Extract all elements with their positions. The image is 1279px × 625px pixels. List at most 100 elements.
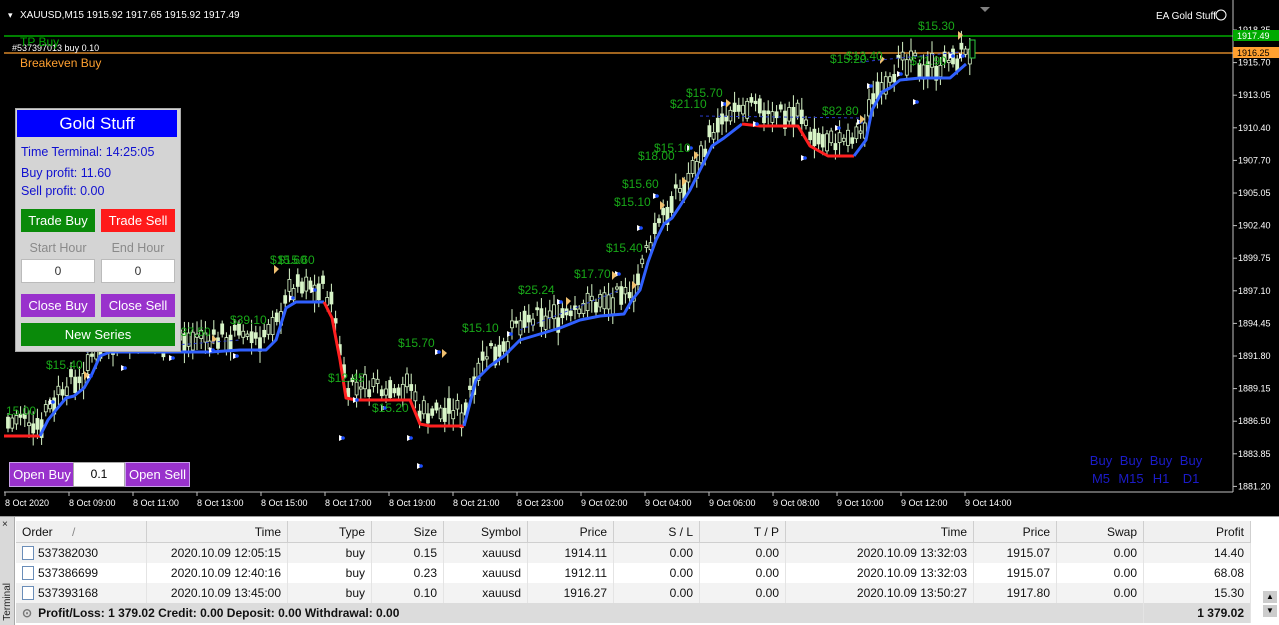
candle-body — [413, 391, 418, 402]
candle-body — [627, 292, 632, 299]
timeframe-m15[interactable]: Buy M15 — [1116, 452, 1146, 488]
profit-label: $15.10 — [462, 321, 499, 335]
trade-sell-button[interactable]: Trade Sell — [101, 209, 175, 232]
open-buy-button[interactable]: Open Buy — [9, 462, 75, 487]
price-axis: 1918.351915.701913.051910.401907.701905.… — [1232, 0, 1271, 492]
col-current-time[interactable]: Time — [785, 521, 974, 543]
col-sl[interactable]: S / L — [613, 521, 700, 543]
table-row[interactable]: 537382030 2020.10.09 12:05:15 buy 0.15 x… — [16, 542, 1251, 563]
timeframe-h1[interactable]: Buy H1 — [1146, 452, 1176, 488]
table-row[interactable]: 537393168 2020.10.09 13:45:00 buy 0.10 x… — [16, 583, 1251, 603]
chart-canvas[interactable]: $15.30$15.20 $71.90$13.40$21.10$15.70$82.… — [0, 0, 1279, 516]
sell-profit-label: Sell profit: — [21, 184, 77, 198]
col-symbol[interactable]: Symbol — [443, 521, 528, 543]
buy-profit-label: Buy profit: — [21, 166, 78, 180]
candle-body — [774, 111, 779, 119]
time-tick-label: 9 Oct 10:00 — [837, 498, 884, 508]
candle-body — [602, 292, 607, 310]
candle-body — [543, 315, 548, 330]
col-swap[interactable]: Swap — [1056, 521, 1144, 543]
profit-label: $15.10 — [614, 195, 651, 209]
candle-body — [598, 294, 603, 308]
candle-body — [850, 137, 855, 144]
candle-body — [766, 110, 771, 115]
trade-dot-icon — [869, 84, 873, 88]
candle-body — [253, 332, 258, 339]
price-tick-label: 1886.50 — [1238, 416, 1271, 426]
shift-marker-icon[interactable] — [980, 7, 990, 12]
table-header-row: Order / Time Type Size Symbol Price S / … — [16, 521, 1251, 543]
trade-dot-icon — [961, 54, 965, 58]
chart-menu-icon[interactable]: ▾ — [8, 10, 13, 20]
col-type[interactable]: Type — [287, 521, 372, 543]
col-order[interactable]: Order / — [16, 521, 147, 543]
gold-stuff-panel: Gold Stuff Time Terminal: 14:25:05 Buy p… — [15, 108, 181, 352]
terminal-side-tab[interactable]: × Terminal — [0, 517, 15, 625]
scroll-down-icon[interactable]: ▼ — [1263, 605, 1277, 617]
close-sell-button[interactable]: Close Sell — [101, 294, 175, 317]
candle-body — [678, 188, 682, 193]
lot-size-input[interactable]: 0.1 — [73, 462, 125, 487]
time-tick-label: 8 Oct 17:00 — [325, 498, 372, 508]
candle-body — [384, 388, 388, 396]
document-icon — [22, 546, 34, 561]
open-time-cell: 2020.10.09 13:45:00 — [146, 583, 288, 603]
start-hour-label: Start Hour — [29, 241, 87, 255]
new-series-button[interactable]: New Series — [21, 323, 175, 346]
col-size[interactable]: Size — [371, 521, 444, 543]
candle-body — [379, 389, 384, 397]
order-id: 537382030 — [38, 545, 99, 560]
candle-body — [577, 308, 582, 315]
open-sell-button[interactable]: Open Sell — [125, 462, 190, 487]
timeframe-m5[interactable]: Buy M5 — [1086, 452, 1116, 488]
time-terminal-value: 14:25:05 — [105, 145, 155, 159]
table-row[interactable]: 537386699 2020.10.09 12:40:16 buy 0.23 x… — [16, 563, 1251, 583]
trade-dot-icon — [51, 400, 55, 404]
time-tick-label: 9 Oct 02:00 — [581, 498, 628, 508]
col-current-price[interactable]: Price — [973, 521, 1057, 543]
trade-dot-icon — [655, 194, 659, 198]
end-hour-input[interactable]: 0 — [101, 259, 175, 283]
trade-dot-icon — [355, 398, 359, 402]
trade-dot-icon — [755, 122, 759, 126]
profit-label: $25.24 — [518, 283, 555, 297]
col-time[interactable]: Time — [146, 521, 288, 543]
trade-buy-button[interactable]: Trade Buy — [21, 209, 95, 232]
timeframe-d1[interactable]: Buy D1 — [1176, 452, 1206, 488]
col-price[interactable]: Price — [527, 521, 614, 543]
timeframe-h1-label: H1 — [1152, 471, 1170, 486]
candle-body — [791, 106, 796, 126]
candle-body — [451, 410, 456, 420]
candle-body — [442, 407, 447, 422]
trade-dot-icon — [951, 54, 955, 58]
size-cell: 0.10 — [371, 583, 444, 603]
candle-body — [64, 386, 69, 396]
price-chart[interactable]: $15.30 $15.20 $71.90 $13.40 $21.10 $15.70 $82.… — [0, 0, 1279, 516]
size-cell: 0.23 — [371, 563, 444, 583]
candle-body — [430, 408, 435, 416]
candle-body — [888, 76, 892, 83]
close-icon[interactable]: × — [2, 519, 8, 530]
table-scrollbar[interactable]: ▲ ▼ — [1263, 521, 1277, 621]
candle-body — [736, 104, 741, 112]
candle-body — [825, 133, 829, 152]
scroll-up-icon[interactable]: ▲ — [1263, 591, 1277, 603]
candle-body — [808, 131, 813, 141]
timeframe-d1-signal: Buy — [1179, 453, 1203, 468]
time-tick-label: 9 Oct 04:00 — [645, 498, 692, 508]
current-price-cell: 1917.80 — [973, 583, 1057, 603]
candle-body — [426, 413, 430, 424]
start-hour-input[interactable]: 0 — [21, 259, 95, 283]
close-buy-button[interactable]: Close Buy — [21, 294, 95, 317]
terminal-tab-label: Terminal — [2, 583, 13, 621]
col-profit[interactable]: Profit — [1143, 521, 1251, 543]
candle-body — [568, 310, 573, 317]
col-tp[interactable]: T / P — [699, 521, 786, 543]
candle-body — [274, 312, 279, 322]
col-order-label: Order — [22, 524, 53, 539]
timeframe-m5-label: M5 — [1091, 471, 1111, 486]
candle-body — [724, 115, 729, 122]
end-hour-label: End Hour — [111, 241, 165, 255]
profit-label: $71.90 — [910, 54, 947, 68]
candle-body — [421, 400, 426, 415]
